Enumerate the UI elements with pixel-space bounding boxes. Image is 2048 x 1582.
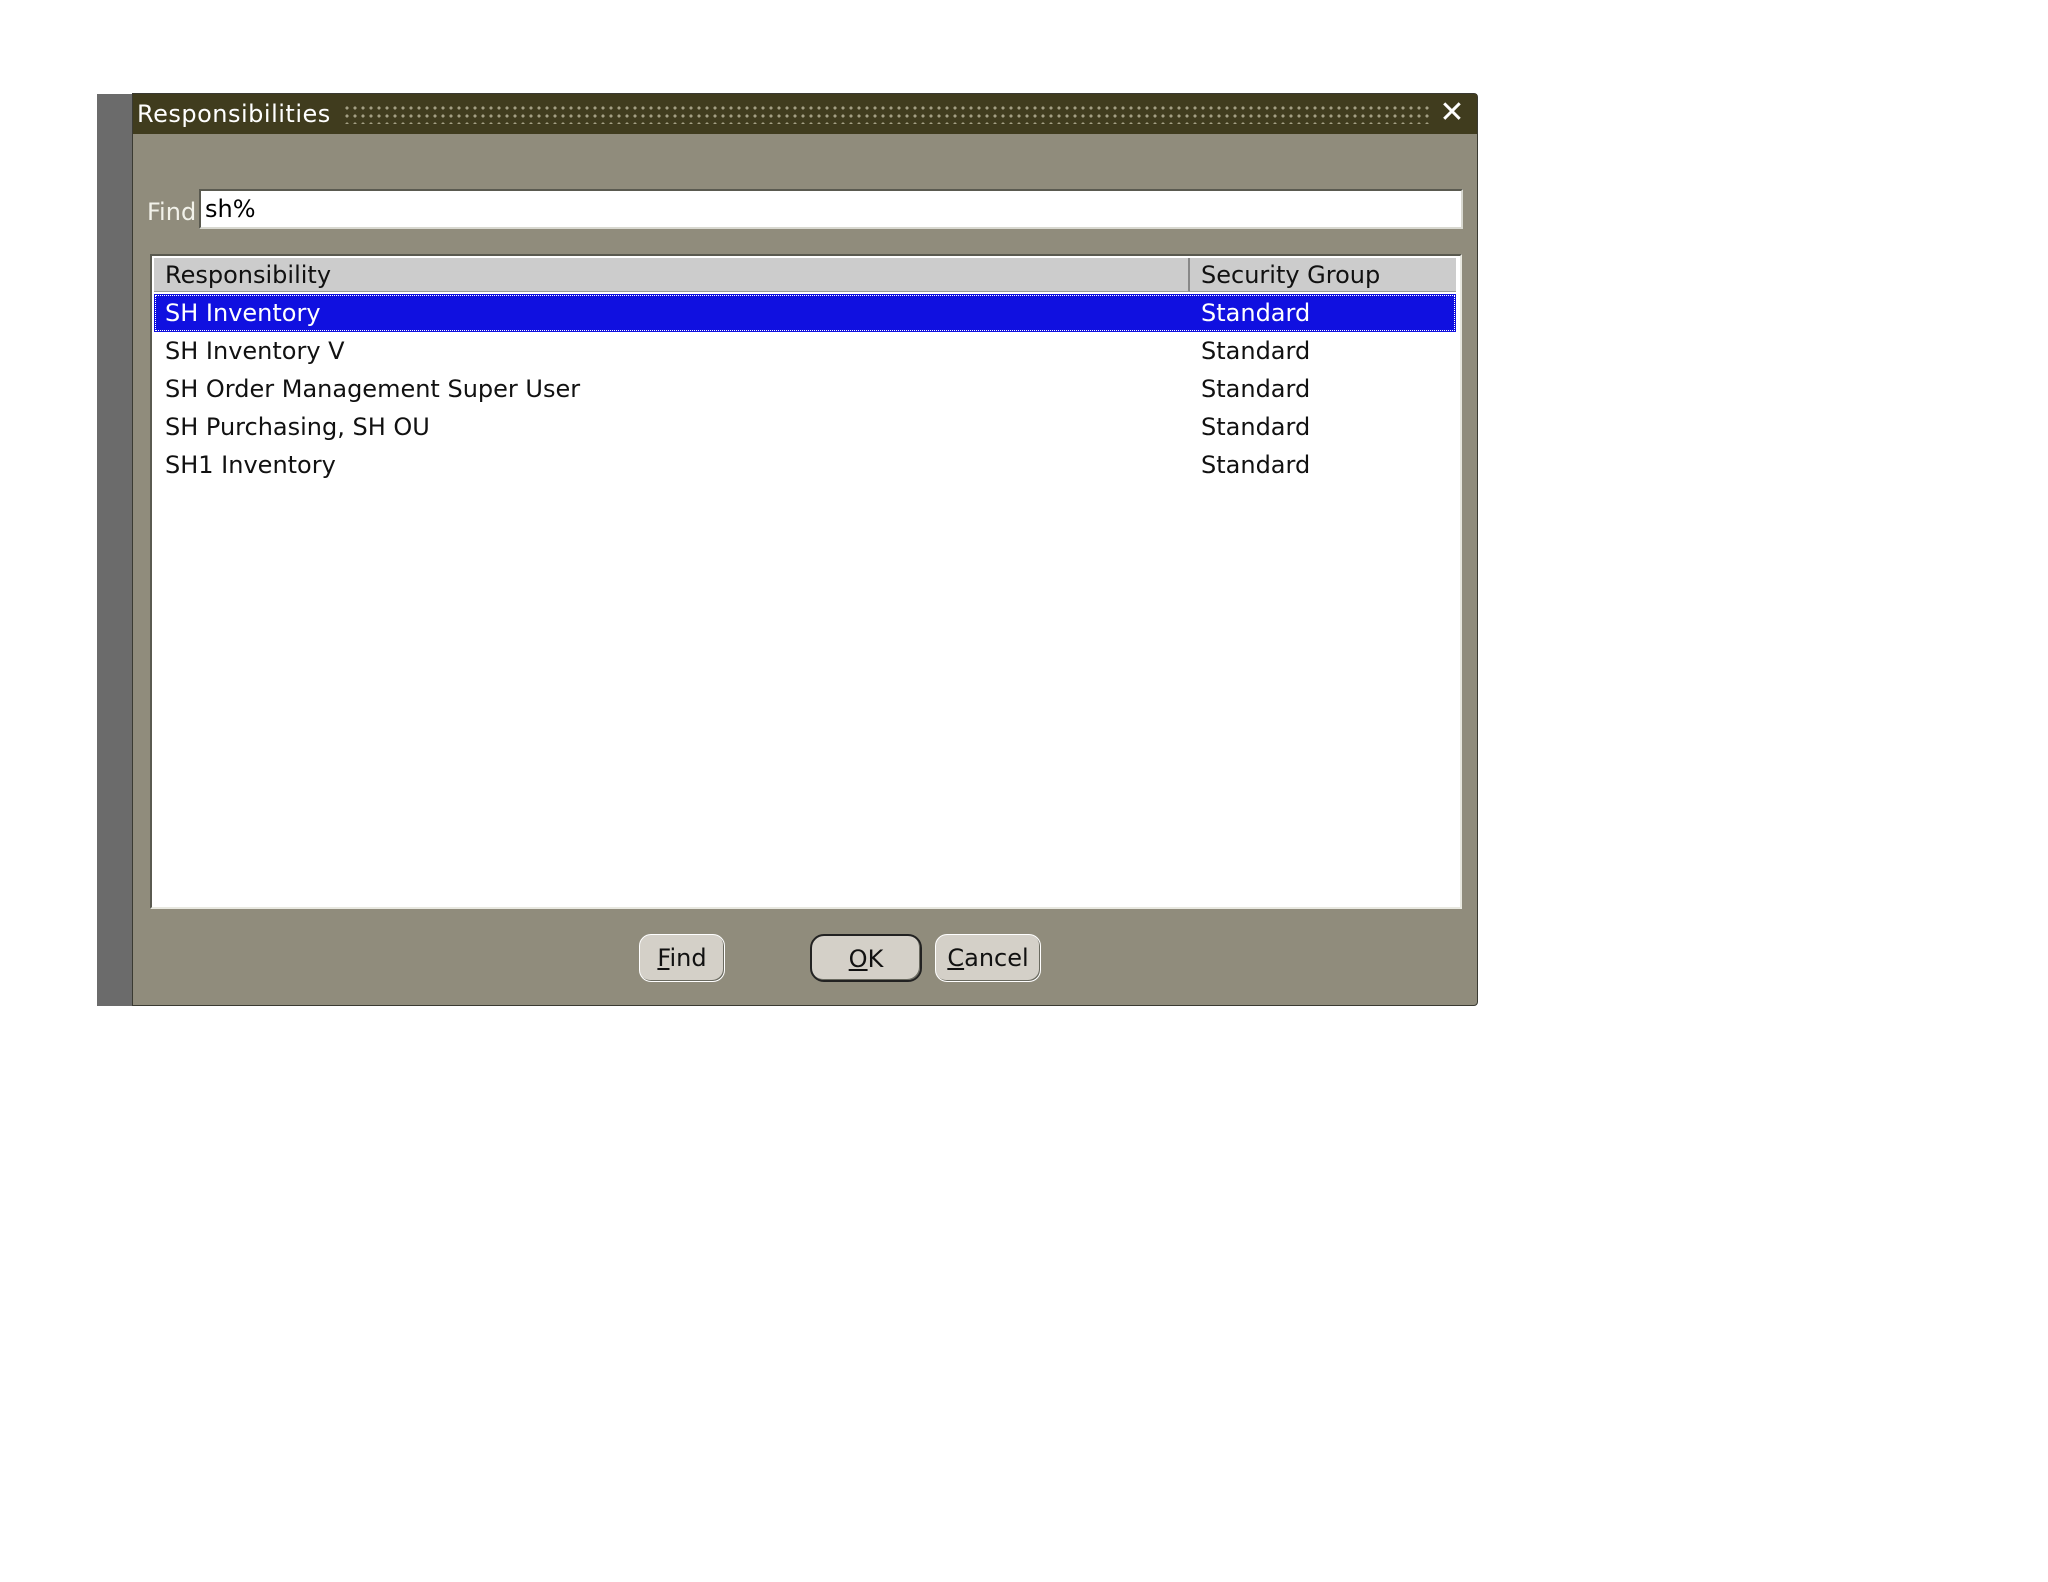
find-button-label: ind <box>669 944 707 972</box>
find-button[interactable]: Find <box>639 934 725 982</box>
table-row[interactable]: SH Inventory Standard <box>154 294 1456 332</box>
cancel-button-mnemonic: C <box>947 944 965 972</box>
responsibility-cell: SH Inventory V <box>165 337 345 365</box>
column-header-responsibility[interactable]: Responsibility <box>154 258 1190 292</box>
ok-button-mnemonic: O <box>848 945 868 973</box>
find-button-mnemonic: F <box>657 944 670 972</box>
table-row[interactable]: SH Inventory V Standard <box>154 332 1456 370</box>
list-header: Responsibility Security Group <box>154 258 1456 292</box>
title-bar[interactable]: Responsibilities ✕ <box>133 94 1477 134</box>
find-input[interactable] <box>199 189 1463 229</box>
security-group-cell: Standard <box>1201 299 1311 327</box>
cancel-button-label: ancel <box>964 944 1029 972</box>
security-group-cell: Standard <box>1201 375 1311 403</box>
security-group-cell: Standard <box>1201 413 1311 441</box>
security-group-cell: Standard <box>1201 337 1311 365</box>
responsibilities-dialog: Responsibilities ✕ Find Responsibility S… <box>132 93 1478 1006</box>
table-row[interactable]: SH Purchasing, SH OU Standard <box>154 408 1456 446</box>
security-group-cell: Standard <box>1201 451 1311 479</box>
close-icon[interactable]: ✕ <box>1437 98 1467 128</box>
ok-button[interactable]: OK <box>810 934 922 982</box>
list-rows: SH Inventory Standard SH Inventory V Sta… <box>154 294 1456 484</box>
column-header-security-group[interactable]: Security Group <box>1190 258 1456 292</box>
cancel-button[interactable]: Cancel <box>935 934 1041 982</box>
responsibility-cell: SH1 Inventory <box>165 451 336 479</box>
title-bar-grip <box>343 104 1431 124</box>
ok-button-label: K <box>867 945 884 973</box>
left-side-strip <box>97 94 133 1006</box>
table-row[interactable]: SH1 Inventory Standard <box>154 446 1456 484</box>
find-label: Find <box>147 198 197 226</box>
table-row[interactable]: SH Order Management Super User Standard <box>154 370 1456 408</box>
responsibility-cell: SH Purchasing, SH OU <box>165 413 430 441</box>
window-title: Responsibilities <box>137 100 331 128</box>
responsibility-cell: SH Inventory <box>165 299 321 327</box>
responsibility-cell: SH Order Management Super User <box>165 375 581 403</box>
responsibilities-list: Responsibility Security Group SH Invento… <box>150 254 1462 909</box>
